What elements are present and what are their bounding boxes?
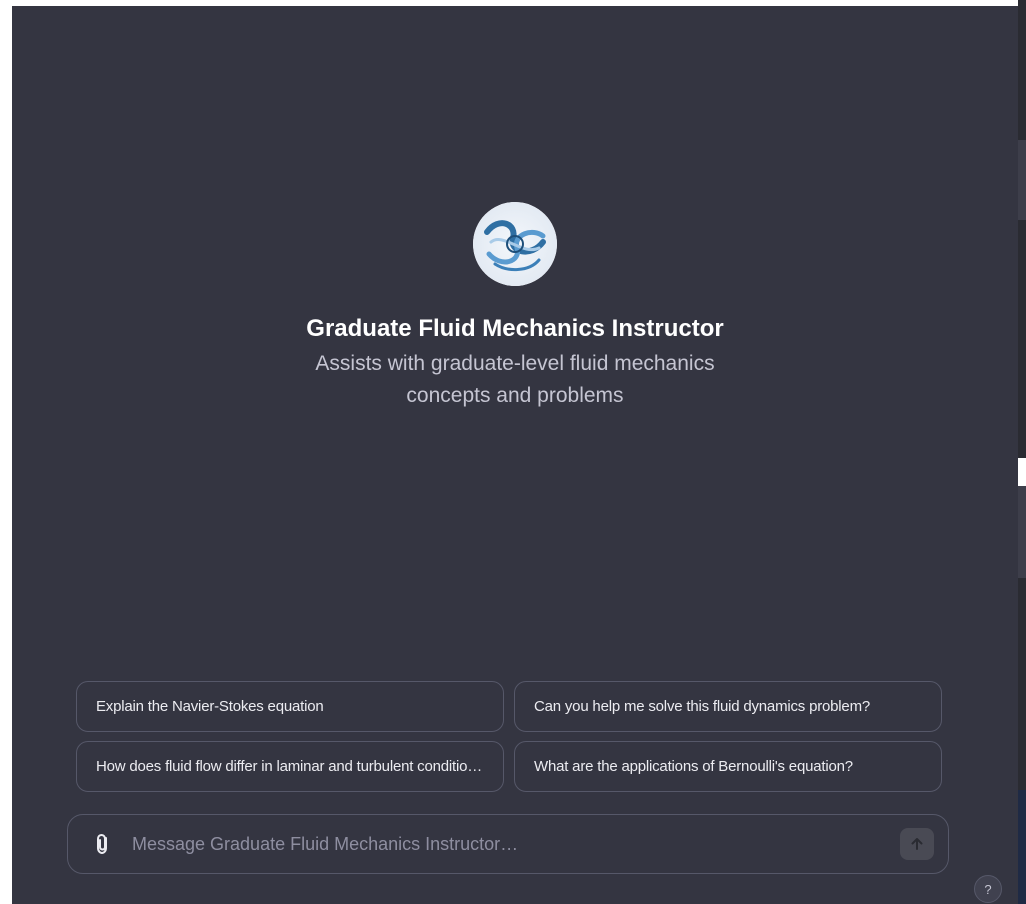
gpt-intro: Graduate Fluid Mechanics Instructor Assi… (12, 202, 1018, 412)
scrollbar-segment (1018, 486, 1026, 578)
paperclip-icon (97, 833, 107, 855)
help-button[interactable]: ? (974, 875, 1002, 903)
suggestion-grid: Explain the Navier-Stokes equation Can y… (76, 681, 942, 792)
message-composer (67, 814, 949, 874)
scrollbar-segment (1018, 140, 1026, 220)
scrollbar-segment (1018, 458, 1026, 486)
right-edge-strip (1018, 0, 1026, 904)
suggestion-button[interactable]: What are the applications of Bernoulli's… (514, 741, 942, 792)
message-input[interactable] (130, 832, 900, 856)
fluid-swirl-icon (473, 202, 557, 286)
suggestion-button[interactable]: How does fluid flow differ in laminar an… (76, 741, 504, 792)
gpt-avatar (473, 202, 557, 286)
suggestion-label: How does fluid flow differ in laminar an… (96, 758, 484, 775)
suggestion-button[interactable]: Explain the Navier-Stokes equation (76, 681, 504, 732)
gpt-description: Assists with graduate-level fluid mechan… (315, 352, 715, 407)
send-button[interactable] (900, 828, 934, 860)
suggestion-label: What are the applications of Bernoulli's… (534, 758, 853, 775)
suggestion-button[interactable]: Can you help me solve this fluid dynamic… (514, 681, 942, 732)
gpt-title: Graduate Fluid Mechanics Instructor (306, 315, 724, 342)
attach-button[interactable] (90, 831, 116, 857)
arrow-up-icon (911, 838, 923, 850)
chat-main-panel: Graduate Fluid Mechanics Instructor Assi… (12, 6, 1018, 904)
window-left-edge (0, 0, 12, 904)
scrollbar-segment (1018, 790, 1026, 904)
suggestion-label: Explain the Navier-Stokes equation (96, 698, 324, 715)
suggestion-label: Can you help me solve this fluid dynamic… (534, 698, 871, 715)
